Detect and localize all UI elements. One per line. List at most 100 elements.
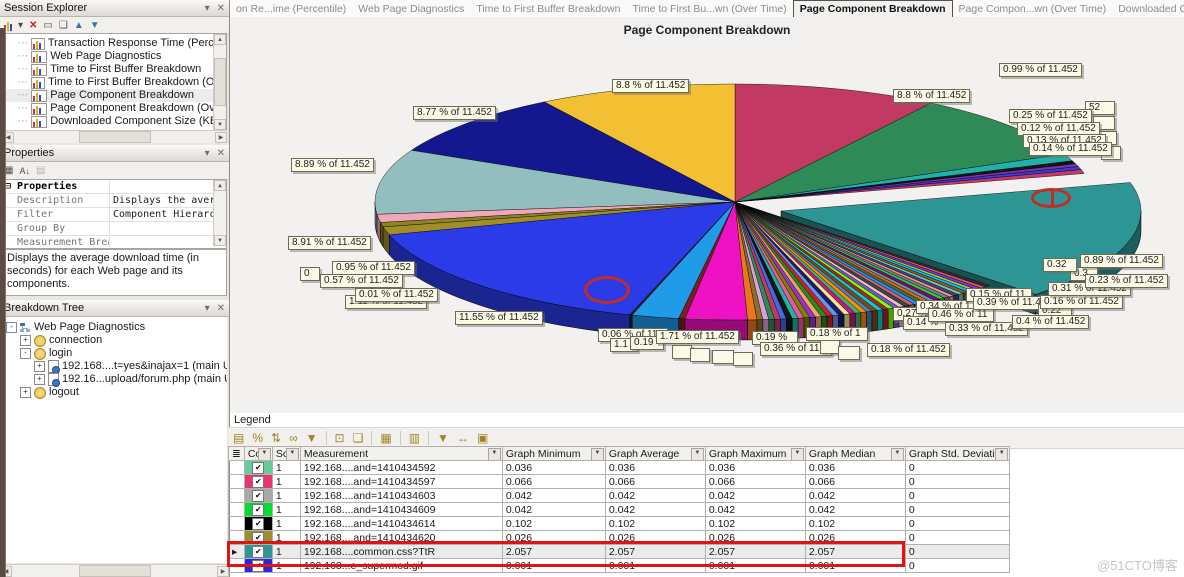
percent-view-icon[interactable]: % (252, 432, 263, 444)
collapse-icon[interactable]: - (20, 348, 31, 359)
dropdown-caret-icon[interactable]: ▾ (18, 21, 23, 31)
legend-row[interactable]: ✔1192.168....and=14104346140.1020.1020.1… (229, 517, 1010, 531)
export-legend-icon[interactable]: ⊡ (335, 432, 345, 444)
session-graph-item[interactable]: ⋯Page Component Breakdown (Over (3, 102, 226, 115)
column-dropdown-icon[interactable]: ▼ (286, 448, 299, 461)
expand-icon[interactable]: + (20, 335, 31, 346)
column-dropdown-icon[interactable]: ▼ (995, 448, 1008, 461)
show-measurement-checkbox[interactable]: ✔ (252, 518, 264, 530)
session-horizontal-scrollbar[interactable]: ◀ ▶ (2, 130, 227, 143)
show-measurement-checkbox[interactable]: ✔ (252, 504, 264, 516)
tab-on-re-ime-percentile-[interactable]: on Re...ime (Percentile) (230, 0, 352, 17)
edit-legend-icon[interactable]: ▤ (233, 432, 244, 444)
column-header-graph-average[interactable]: Graph Average▼ (605, 447, 705, 461)
row-marker (229, 475, 245, 489)
session-graph-item[interactable]: ⋯Page Component Breakdown (3, 89, 226, 102)
column-header-col[interactable]: Col▼ (244, 447, 272, 461)
view-measurement-icon[interactable]: ∞ (289, 432, 298, 444)
show-measurement-checkbox[interactable]: ✔ (252, 476, 264, 488)
move-up-icon[interactable]: ▲ (74, 21, 84, 31)
measurement-description-icon[interactable]: ▦ (380, 432, 391, 444)
session-graph-item[interactable]: ⋯Transaction Response Time (Percen (3, 37, 226, 50)
column-header-graph-std-deviation[interactable]: Graph Std. Deviation▼ (905, 447, 1009, 461)
delete-graph-icon[interactable]: ✕ (29, 21, 37, 31)
expand-icon[interactable]: + (20, 387, 31, 398)
breakdown-tree-node[interactable]: +logout (4, 386, 227, 399)
copy-legend-icon[interactable]: ❏ (353, 432, 364, 444)
show-measurement-checkbox[interactable]: ✔ (252, 490, 264, 502)
breakdown-tree-node[interactable]: +192.16...upload/forum.php (main URL) (4, 373, 227, 386)
filter-measurement-icon[interactable]: ▼ (306, 432, 318, 444)
scroll-down-icon[interactable]: ▼ (214, 119, 226, 130)
column-dropdown-icon[interactable]: ▼ (691, 448, 704, 461)
pin-icon[interactable]: ▾ (205, 303, 210, 314)
column-dropdown-icon[interactable]: ▼ (591, 448, 604, 461)
collapse-icon[interactable]: - (6, 322, 17, 333)
scroll-right-icon[interactable]: ▶ (215, 132, 227, 143)
scroll-thumb[interactable] (214, 58, 226, 106)
breakdown-tree-node[interactable]: -login (4, 347, 227, 360)
rename-graph-icon[interactable]: ▭ (43, 21, 52, 31)
properties-scrollbar[interactable]: ▲ ▼ (213, 180, 226, 246)
legend-row[interactable]: ✔1192.168....and=14104346030.0420.0420.0… (229, 489, 1010, 503)
session-vertical-scrollbar[interactable]: ▲ ▼ (213, 34, 226, 130)
tab-downloaded-c-nent-size[interactable]: Downloaded C...nent Size (1112, 0, 1184, 17)
scroll-up-icon[interactable]: ▲ (214, 180, 226, 191)
close-icon[interactable]: ✕ (217, 3, 225, 14)
graph-std-deviation-cell: 0 (905, 545, 1009, 559)
tab-time-to-first-bu-wn-over-time-[interactable]: Time to First Bu...wn (Over Time) (626, 0, 792, 17)
auto-fit-columns-icon[interactable]: ↔ (457, 432, 469, 444)
column-header-graph-median[interactable]: Graph Median▼ (805, 447, 905, 461)
close-icon[interactable]: ✕ (217, 148, 225, 159)
alphabetical-sort-icon[interactable]: A↓ (19, 166, 30, 176)
breakdown-tree-node[interactable]: +192.168....t=yes&inajax=1 (main URL) (4, 360, 227, 373)
tab-page-component-breakdown[interactable]: Page Component Breakdown (793, 0, 953, 17)
move-down-icon[interactable]: ▼ (90, 21, 100, 31)
session-graph-item[interactable]: ⋯Time to First Buffer Breakdown (3, 63, 226, 76)
column-header-graph-minimum[interactable]: Graph Minimum▼ (502, 447, 605, 461)
column-chooser-icon[interactable]: ▥ (409, 432, 420, 444)
property-row[interactable]: FilterComponent Hierarchic (3, 208, 226, 222)
scroll-down-icon[interactable]: ▼ (214, 235, 226, 246)
session-graph-item[interactable]: ⋯Time to First Buffer Breakdown (Ove (3, 76, 226, 89)
collapsed-dock-strip[interactable] (0, 28, 6, 577)
column-header-marker[interactable]: ≣ (229, 447, 245, 461)
session-graph-item[interactable]: ⋯Web Page Diagnostics (3, 50, 226, 63)
column-dropdown-icon[interactable]: ▼ (891, 448, 904, 461)
session-graph-item[interactable]: ⋯Downloaded Component Size (KB) (3, 115, 226, 128)
property-pages-icon[interactable]: ▤ (36, 166, 45, 176)
breakdown-tree-node[interactable]: -Web Page Diagnostics (4, 321, 227, 334)
column-dropdown-icon[interactable]: ▼ (791, 448, 804, 461)
column-header-measurement[interactable]: Measurement▼ (300, 447, 502, 461)
property-row[interactable]: DescriptionDisplays the average (3, 194, 226, 208)
legend-row[interactable]: ✔1192.168....and=14104345970.0660.0660.0… (229, 475, 1010, 489)
column-header-sca[interactable]: Sca▼ (272, 447, 300, 461)
property-row[interactable]: Measurement BreakD (3, 236, 226, 249)
column-dropdown-icon[interactable]: ▼ (258, 448, 271, 461)
column-dropdown-icon[interactable]: ▼ (488, 448, 501, 461)
column-header-graph-maximum[interactable]: Graph Maximum▼ (705, 447, 805, 461)
sort-columns-icon[interactable]: ▼ (437, 432, 449, 444)
scroll-thumb[interactable] (79, 565, 151, 577)
breakdown-tree-node[interactable]: +connection (4, 334, 227, 347)
scroll-up-icon[interactable]: ▲ (214, 34, 226, 45)
pin-icon[interactable]: ▾ (205, 3, 210, 14)
tab-page-compon-wn-over-time-[interactable]: Page Compon...wn (Over Time) (953, 0, 1113, 17)
legend-row[interactable]: ✔1192.168....and=14104346090.0420.0420.0… (229, 503, 1010, 517)
save-legend-icon[interactable]: ▣ (477, 432, 488, 444)
close-icon[interactable]: ✕ (217, 303, 225, 314)
expand-icon[interactable]: + (34, 361, 45, 372)
pie-slice-label: 8.8 % of 11.452 (612, 79, 689, 93)
expand-icon[interactable]: + (34, 374, 45, 385)
show-measurement-checkbox[interactable]: ✔ (252, 462, 264, 474)
tab-web-page-diagnostics[interactable]: Web Page Diagnostics (352, 0, 470, 17)
legend-row[interactable]: ✔1192.168....and=14104345920.0360.0360.0… (229, 461, 1010, 475)
row-marker (229, 503, 245, 517)
breakdown-horizontal-scrollbar[interactable]: ◀ ▶ (0, 564, 229, 577)
scroll-thumb[interactable] (79, 131, 151, 143)
pin-icon[interactable]: ▾ (205, 148, 210, 159)
scale-measurement-icon[interactable]: ⇅ (271, 432, 281, 444)
tab-time-to-first-buffer-breakdown[interactable]: Time to First Buffer Breakdown (470, 0, 626, 17)
property-row[interactable]: Group By (3, 222, 226, 236)
duplicate-graph-icon[interactable]: ❏ (59, 21, 68, 31)
